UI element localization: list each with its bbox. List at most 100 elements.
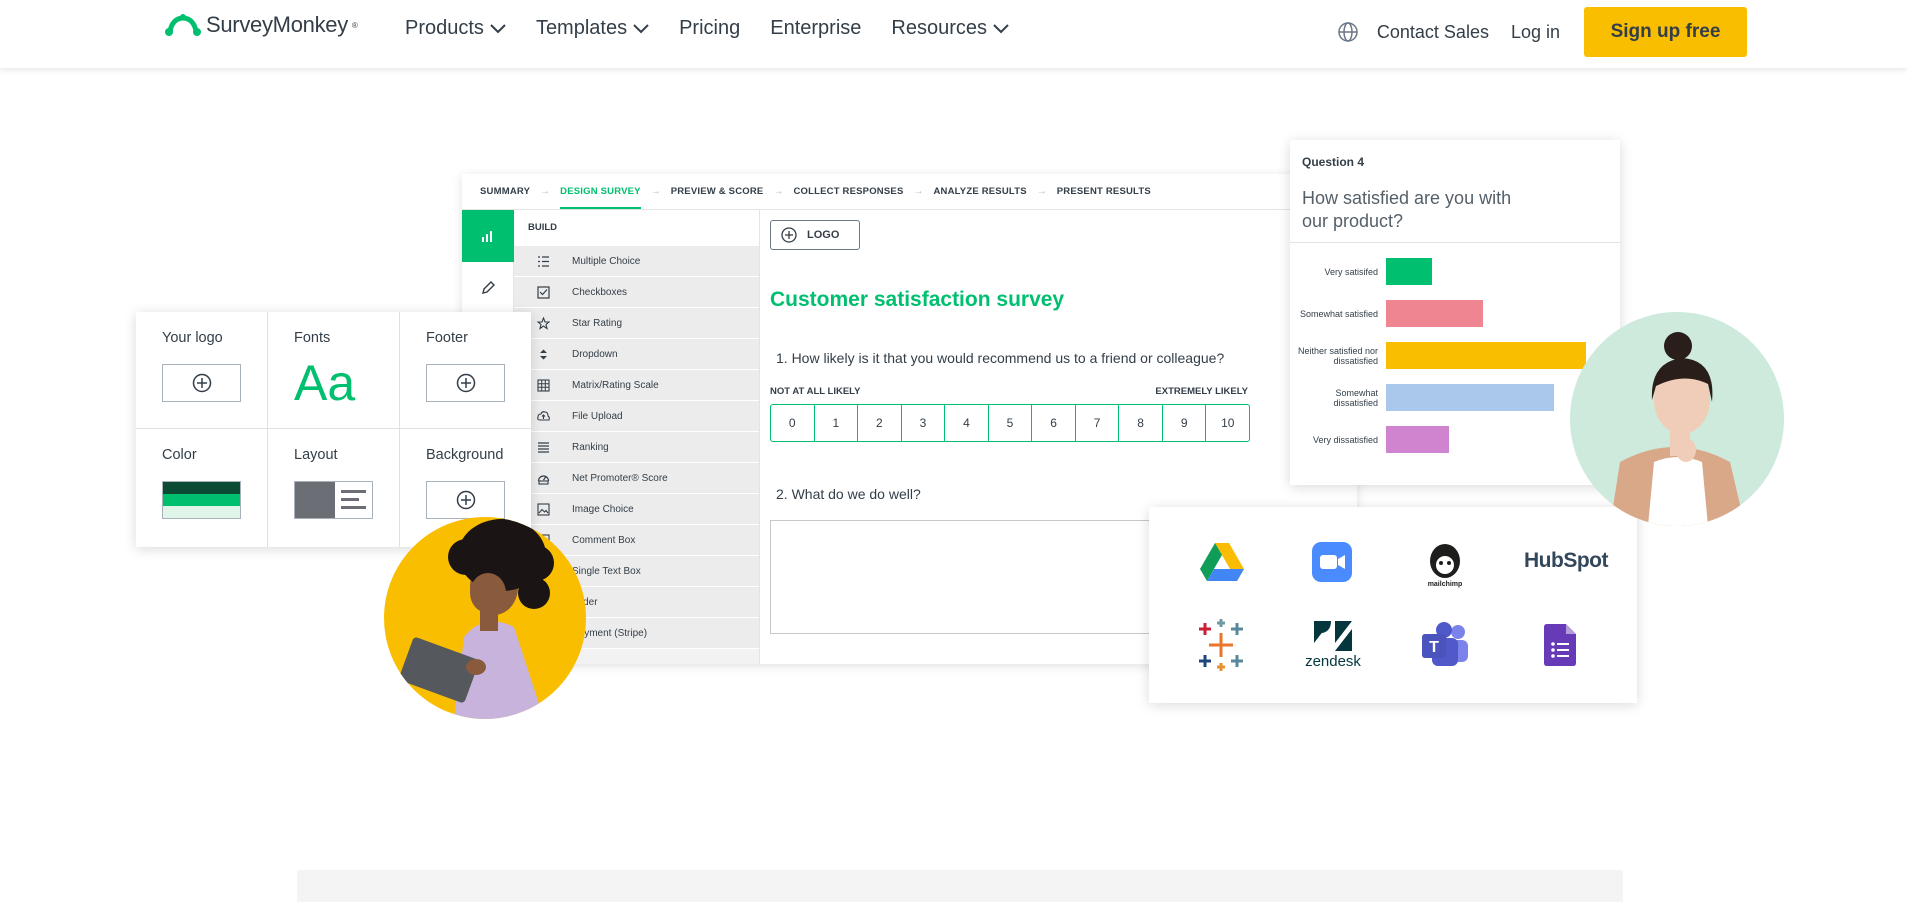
zendesk-icon: zendesk — [1295, 617, 1371, 673]
font-sample: Aa — [294, 355, 356, 411]
list-icon — [514, 246, 572, 277]
question-type-dropdown: Dropdown — [514, 339, 759, 370]
nps-option: 8 — [1119, 405, 1163, 441]
nav-actions: Contact Sales Log in Sign up free — [1337, 7, 1747, 57]
checkbox-icon — [514, 277, 572, 308]
bar-label: Neither satisfied nor dissatisfied — [1297, 345, 1378, 366]
workflow-steps: SUMMARY → DESIGN SURVEY → PREVIEW & SCORE →… — [462, 174, 1357, 210]
signup-button[interactable]: Sign up free — [1584, 7, 1747, 57]
survey-title: Customer satisfaction survey — [770, 288, 1065, 311]
google-drive-icon — [1197, 537, 1247, 587]
menu-products[interactable]: Products — [405, 17, 506, 40]
monkey-logo-icon — [165, 14, 201, 36]
svg-text:T: T — [1429, 639, 1439, 656]
integrations-card: mailchimp HubSpot zendesk T — [1149, 507, 1637, 703]
theme-settings-card: Your logo Fonts Aa Footer Color Layout B… — [136, 312, 531, 547]
nps-scale: 0 1 2 3 4 5 6 7 8 9 10 — [770, 404, 1250, 442]
menu-resources[interactable]: Resources — [891, 17, 1009, 40]
setting-color: Color — [136, 429, 268, 547]
nps-option: 9 — [1163, 405, 1207, 441]
plus-circle-icon — [456, 373, 475, 393]
main-menu: Products Templates Pricing Enterprise Re… — [405, 17, 1009, 40]
step-design-survey: DESIGN SURVEY — [560, 186, 641, 209]
pencil-icon — [482, 281, 495, 294]
bar-row: Somewhat satisfied — [1290, 300, 1620, 327]
question-type-file-upload: File Upload — [514, 401, 759, 432]
setting-footer: Footer — [400, 312, 531, 429]
woman-with-tablet-photo — [384, 517, 586, 719]
nps-option: 4 — [945, 405, 989, 441]
question-1: 1. How likely is it that you would recom… — [776, 350, 1225, 366]
top-navigation: SurveyMonkey ® Products Templates Pricing… — [0, 0, 1907, 68]
setting-layout: Layout — [268, 429, 400, 547]
surveymonkey-logo[interactable]: SurveyMonkey ® — [164, 12, 358, 38]
question-type-ranking: Ranking — [514, 432, 759, 463]
nps-option: 7 — [1076, 405, 1120, 441]
tableau-icon — [1193, 617, 1249, 673]
question-type-star-rating: Star Rating — [514, 308, 759, 339]
bar-label: Somewhat dissatisfied — [1333, 387, 1378, 408]
question-type-multiple-choice: Multiple Choice — [514, 246, 759, 277]
question-type-image-choice: Image Choice — [514, 494, 759, 525]
login-link[interactable]: Log in — [1511, 22, 1560, 43]
google-forms-icon — [1535, 619, 1585, 671]
question-text: How satisfied are you with our product? — [1302, 188, 1512, 231]
nps-option: 3 — [902, 405, 946, 441]
plus-circle-icon — [781, 227, 797, 243]
chevron-down-icon — [490, 23, 506, 33]
bar-row: Very satisifed — [1290, 258, 1620, 285]
step-preview-score: PREVIEW & SCORE — [670, 186, 764, 197]
step-analyze-results: ANALYZE RESULTS — [933, 186, 1027, 197]
teams-icon: T — [1417, 619, 1473, 671]
chevron-down-icon — [993, 23, 1009, 33]
build-heading: BUILD — [514, 210, 759, 246]
nps-option: 2 — [858, 405, 902, 441]
bar-label: Very satisifed — [1324, 266, 1378, 277]
plus-circle-icon — [456, 490, 475, 510]
nps-option: 6 — [1032, 405, 1076, 441]
arrow-right-icon: → — [773, 186, 784, 197]
nps-high-label: EXTREMELY LIKELY — [1155, 386, 1248, 397]
arrow-right-icon: → — [1036, 186, 1047, 197]
bar-row: Neither satisfied nor dissatisfied — [1290, 342, 1620, 369]
menu-pricing[interactable]: Pricing — [679, 17, 740, 40]
step-present-results: PRESENT RESULTS — [1056, 186, 1151, 197]
setting-fonts: Fonts Aa — [268, 312, 400, 429]
question-number: Question 4 — [1302, 155, 1365, 169]
result-bar — [1386, 342, 1586, 369]
rail-build — [462, 210, 514, 262]
menu-enterprise[interactable]: Enterprise — [770, 17, 861, 40]
bar-label: Very dissatisfied — [1312, 434, 1378, 445]
arrow-right-icon: → — [540, 186, 551, 197]
contact-sales-link[interactable]: Contact Sales — [1377, 22, 1489, 43]
result-bar — [1386, 426, 1449, 453]
nps-option: 5 — [989, 405, 1033, 441]
hubspot-icon: HubSpot — [1524, 549, 1608, 572]
layout-thumbnail — [294, 481, 373, 519]
plus-circle-icon — [192, 373, 211, 393]
zoom-icon — [1307, 537, 1357, 587]
step-summary: SUMMARY — [480, 186, 531, 197]
setting-your-logo: Your logo — [136, 312, 268, 429]
nps-low-label: NOT AT ALL LIKELY — [770, 386, 861, 397]
menu-templates[interactable]: Templates — [536, 17, 649, 40]
arrow-right-icon: → — [913, 186, 924, 197]
mailchimp-icon: mailchimp — [1415, 535, 1475, 595]
result-bar — [1386, 258, 1432, 285]
bar-label: Somewhat satisfied — [1299, 308, 1378, 319]
nps-option: 10 — [1221, 416, 1235, 430]
bar-chart-icon — [482, 231, 492, 242]
result-bar — [1386, 300, 1483, 327]
question-type-net-promoter-score: Net Promoter® Score — [514, 463, 759, 494]
question-type-checkboxes: Checkboxes — [514, 277, 759, 308]
result-bar — [1386, 384, 1554, 411]
nps-option: 0 — [771, 405, 815, 441]
brand-name: SurveyMonkey — [206, 12, 348, 37]
question-2: 2. What do we do well? — [776, 486, 921, 502]
chevron-down-icon — [633, 23, 649, 33]
globe-icon[interactable] — [1337, 21, 1359, 43]
thinking-woman-photo — [1570, 312, 1784, 526]
nps-labels: NOT AT ALL LIKELY EXTREMELY LIKELY — [770, 386, 1248, 397]
question-type-matrix-rating-scale: Matrix/Rating Scale — [514, 370, 759, 401]
step-collect-responses: COLLECT RESPONSES — [793, 186, 904, 197]
